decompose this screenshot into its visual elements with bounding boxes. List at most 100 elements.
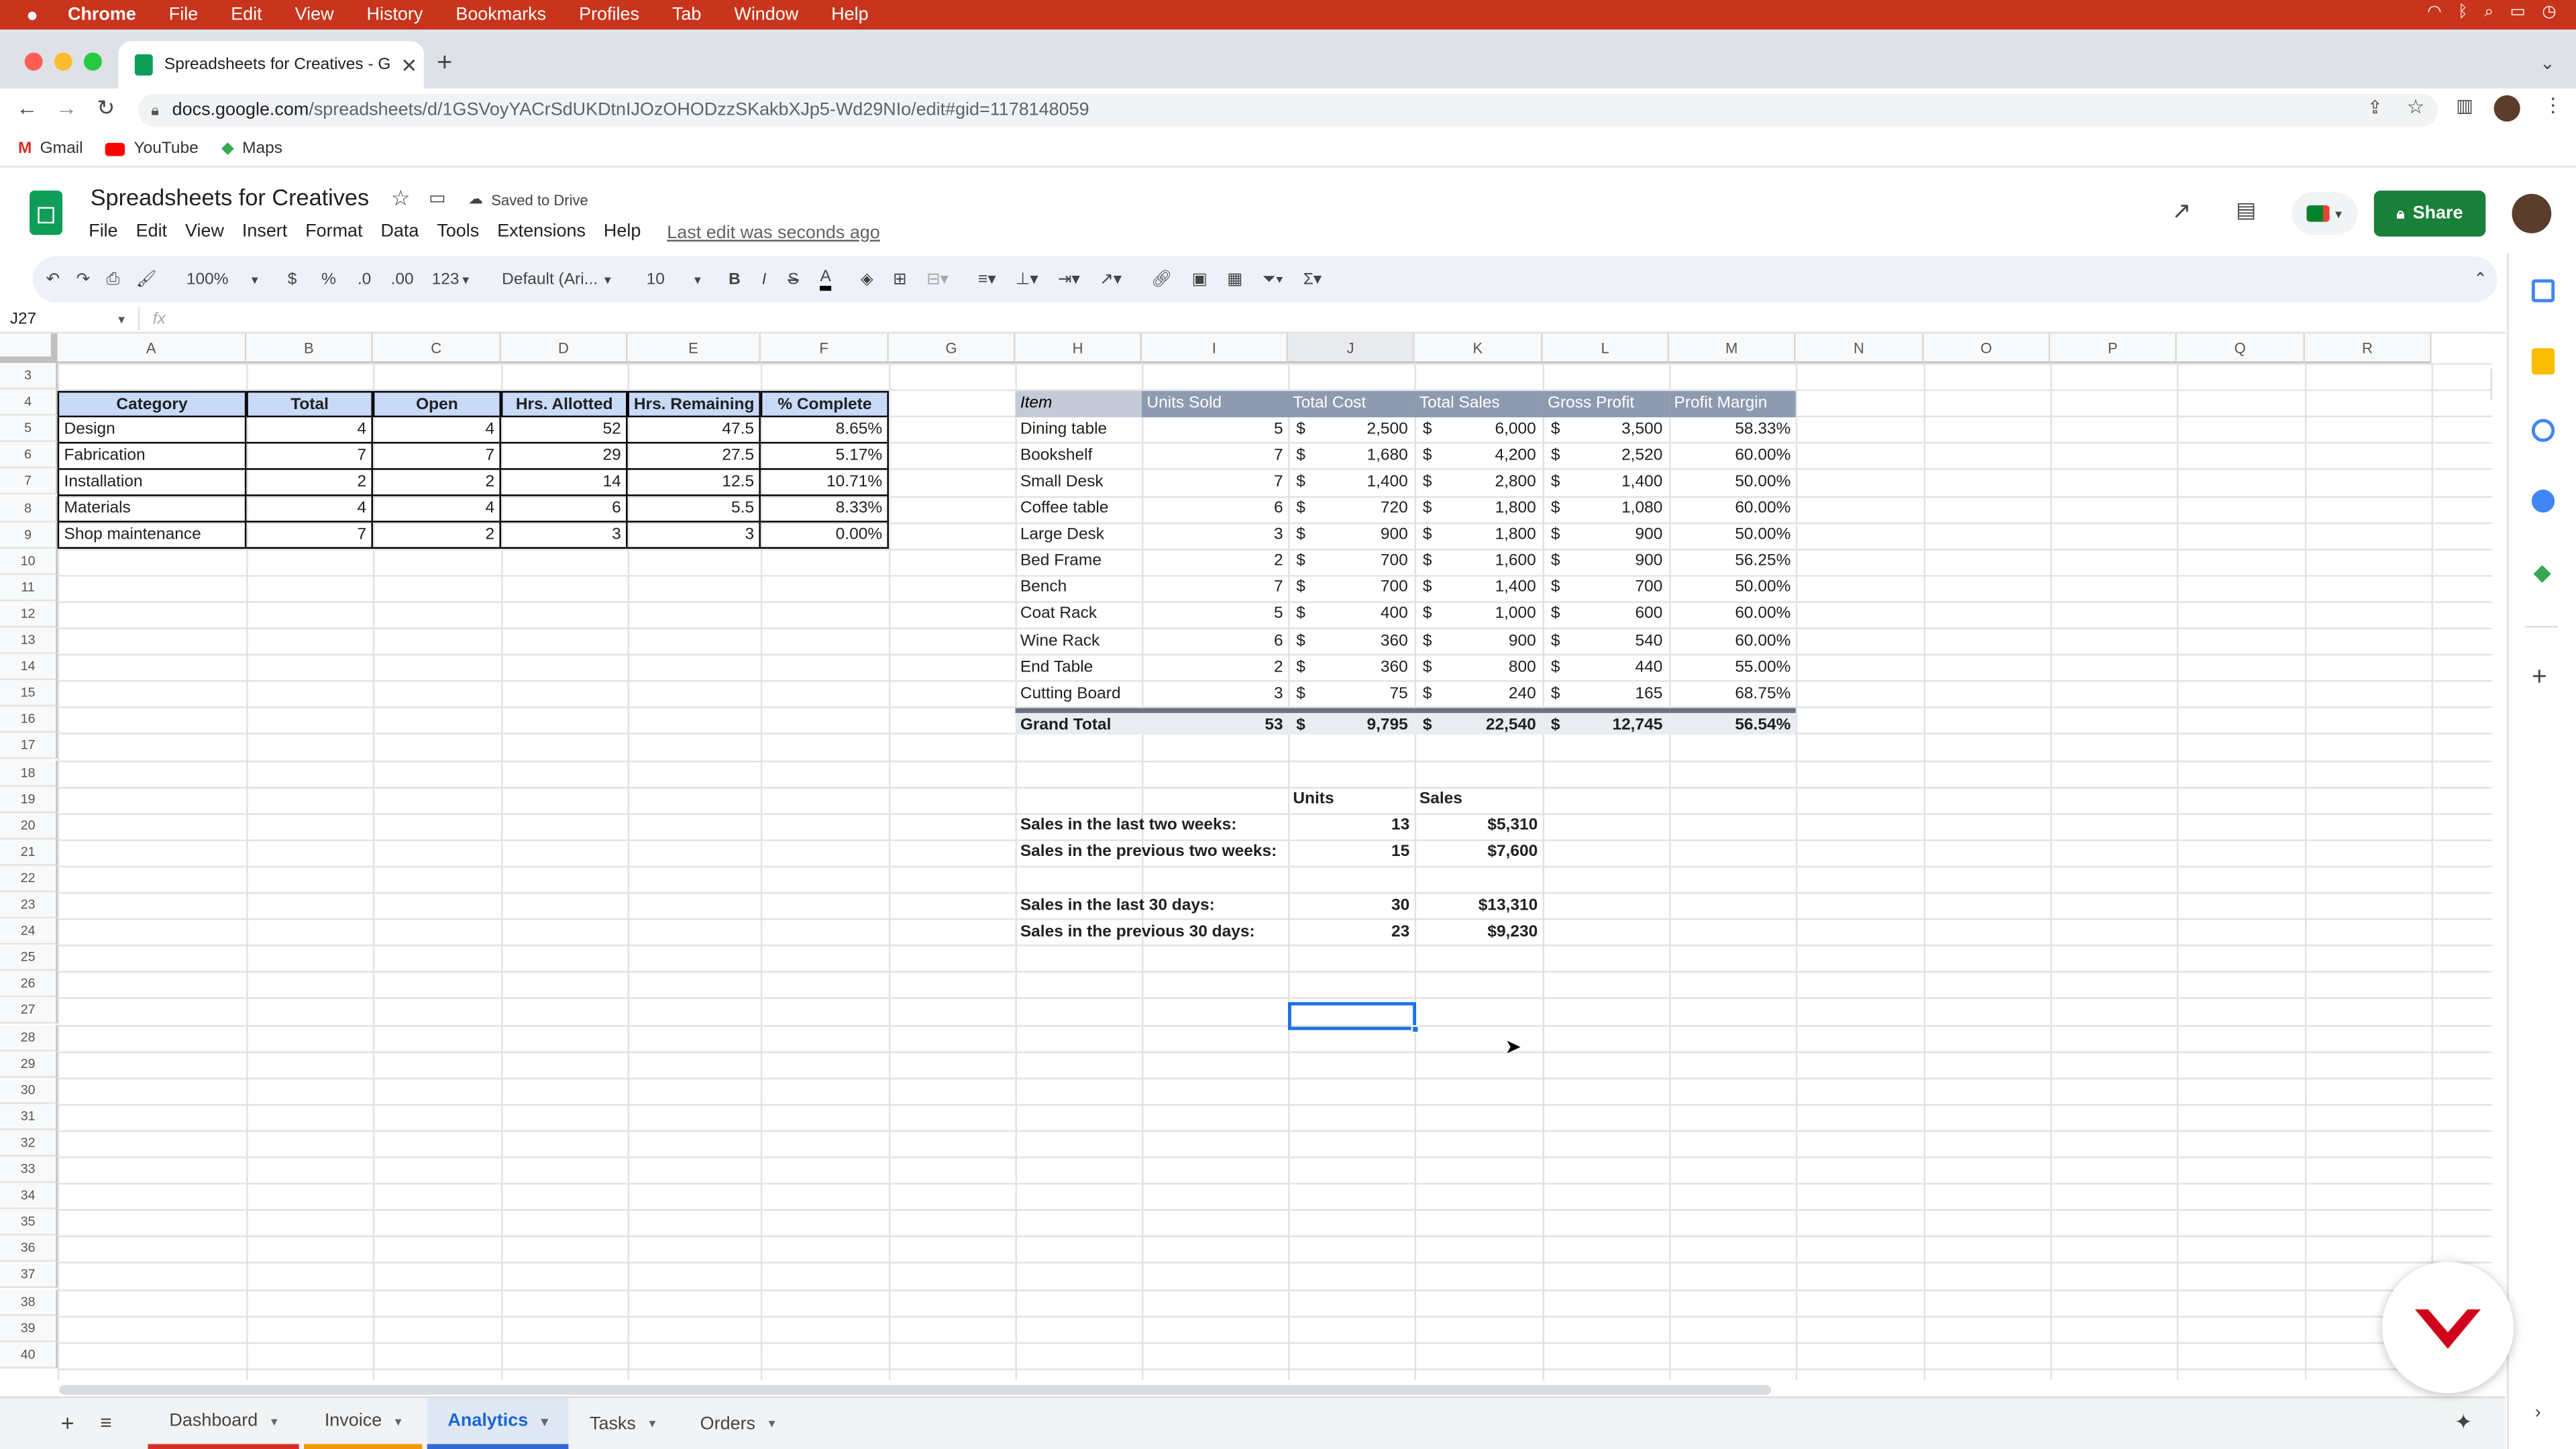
hide-side-panel-icon[interactable]: › [2535,1403,2541,1422]
chrome-menu-icon[interactable]: ⋮ [2543,94,2563,117]
cell[interactable]: $6,000 [1415,417,1543,443]
row-header[interactable]: 30 [0,1077,58,1104]
bookmark-maps[interactable]: ◆ Maps [221,140,282,158]
cell[interactable]: Grand Total [1015,708,1142,735]
wifi-icon[interactable]: ◠ [2427,3,2441,21]
sheets-menu-item[interactable]: Insert [242,222,287,241]
row-header[interactable]: 40 [0,1342,58,1368]
cell[interactable]: $900 [1415,629,1543,655]
cell[interactable]: $1,400 [1288,470,1415,496]
row-header[interactable]: 16 [0,706,58,734]
all-sheets-icon[interactable]: ≡ [100,1411,111,1434]
zoom-select[interactable]: 100% ▾ [186,270,258,288]
cell[interactable]: 5.5 [627,496,761,523]
row-header[interactable]: 25 [0,945,58,972]
cell[interactable]: Hrs. Remaining [627,390,761,417]
cell[interactable]: $22,540 [1414,708,1543,735]
cell[interactable]: 7 [246,523,373,549]
cell[interactable]: $1,000 [1415,602,1543,628]
cell[interactable]: 4 [246,417,373,443]
menubar-item[interactable]: File [169,5,198,24]
row-header[interactable]: 37 [0,1262,58,1289]
formula-input[interactable] [182,307,2318,330]
cell[interactable]: 0.00% [760,523,889,549]
side-panel-icon[interactable]: ▥ [2456,95,2473,116]
cell[interactable]: Bench [1015,576,1142,602]
redo-icon[interactable]: ↷ [76,270,91,288]
cell[interactable]: 47.5 [627,417,761,443]
insert-link-icon[interactable]: 🔗︎ [1151,270,1172,288]
row-header[interactable]: 34 [0,1183,58,1210]
collapse-toolbar-icon[interactable]: ⌃ [2473,270,2487,288]
cell[interactable]: 68.75% [1669,682,1796,708]
cell[interactable]: $700 [1288,549,1415,575]
decrease-decimal-button[interactable]: .0 [358,270,371,288]
cell[interactable]: 55.00% [1669,655,1796,681]
cell[interactable]: 2 [372,470,501,496]
cell[interactable]: 50.00% [1669,576,1796,602]
row-header[interactable]: 8 [0,495,58,522]
cell[interactable]: 13 [1288,814,1415,840]
cell[interactable]: $540 [1543,629,1670,655]
insert-comment-icon[interactable]: ▣ [1192,270,1208,288]
minimize-window-button[interactable] [54,52,72,71]
row-header[interactable]: 12 [0,601,58,628]
close-tab-icon[interactable]: ✕ [401,54,418,76]
sheet-tab[interactable]: Invoice ▾ [304,1398,423,1449]
cell[interactable]: 7 [246,443,373,470]
close-window-button[interactable] [24,52,43,71]
selected-cell-j27[interactable] [1288,1002,1417,1030]
chevron-down-icon[interactable]: ▾ [271,1413,278,1428]
cell[interactable]: $75 [1288,682,1415,708]
menubar-item[interactable]: Profiles [579,5,639,24]
cell[interactable]: 6 [1142,629,1288,655]
column-header[interactable]: G [888,333,1016,364]
cell[interactable]: 60.00% [1669,443,1796,470]
column-header[interactable]: E [627,333,761,364]
column-header[interactable]: N [1795,333,1924,364]
chevron-down-icon[interactable]: ▾ [541,1413,548,1428]
chevron-down-icon[interactable]: ▾ [769,1416,775,1431]
tasks-icon[interactable] [2531,419,2555,442]
cell[interactable]: $9,795 [1288,708,1415,735]
back-button[interactable]: ← [16,95,38,120]
apple-icon[interactable]: ● [26,3,38,26]
cell[interactable]: $1,400 [1543,470,1670,496]
row-header[interactable]: 14 [0,653,58,681]
cell[interactable]: $12,745 [1542,708,1670,735]
row-header[interactable]: 18 [0,759,58,787]
name-box[interactable]: J27 ▾ [10,310,125,328]
cell[interactable]: $400 [1288,602,1415,628]
summary-label[interactable]: Sales in the previous 30 days: [1015,919,1294,945]
cell[interactable]: $1,080 [1543,496,1670,523]
fill-color-icon[interactable]: ◈ [861,270,873,288]
cell[interactable]: End Table [1015,655,1142,681]
cell[interactable]: $5,310 [1415,814,1543,840]
merge-cells-icon[interactable]: ⊟▾ [926,270,949,288]
column-header[interactable]: O [1923,333,2051,364]
menubar-item[interactable]: Window [734,5,798,24]
text-color-button[interactable]: A [820,268,831,291]
chevron-down-icon[interactable]: ▾ [395,1413,402,1428]
cell[interactable]: 6 [500,496,628,523]
row-header[interactable]: 15 [0,680,58,707]
cell[interactable]: $1,800 [1415,496,1543,523]
cell[interactable]: $165 [1543,682,1670,708]
cell[interactable]: 56.54% [1669,708,1796,735]
summary-label[interactable]: Sales in the last two weeks: [1015,814,1294,840]
share-button[interactable]: 🔒︎ Share [2373,191,2486,237]
saved-status[interactable]: ☁ Saved to Drive [468,191,588,209]
cell[interactable]: Cutting Board [1015,682,1142,708]
cell[interactable]: $2,500 [1288,417,1415,443]
cell[interactable]: Large Desk [1015,523,1142,549]
cell[interactable]: Gross Profit [1542,390,1670,417]
cell[interactable]: Wine Rack [1015,629,1142,655]
comments-icon[interactable]: ▤ [2236,197,2256,223]
sheets-menu-item[interactable]: Extensions [497,222,586,241]
cell[interactable]: $2,520 [1543,443,1670,470]
column-header[interactable]: Q [2176,333,2305,364]
menubar-item[interactable]: Tab [672,5,701,24]
cell[interactable]: $800 [1415,655,1543,681]
column-header[interactable]: H [1015,333,1142,364]
cell[interactable]: Fabrication [57,443,247,470]
